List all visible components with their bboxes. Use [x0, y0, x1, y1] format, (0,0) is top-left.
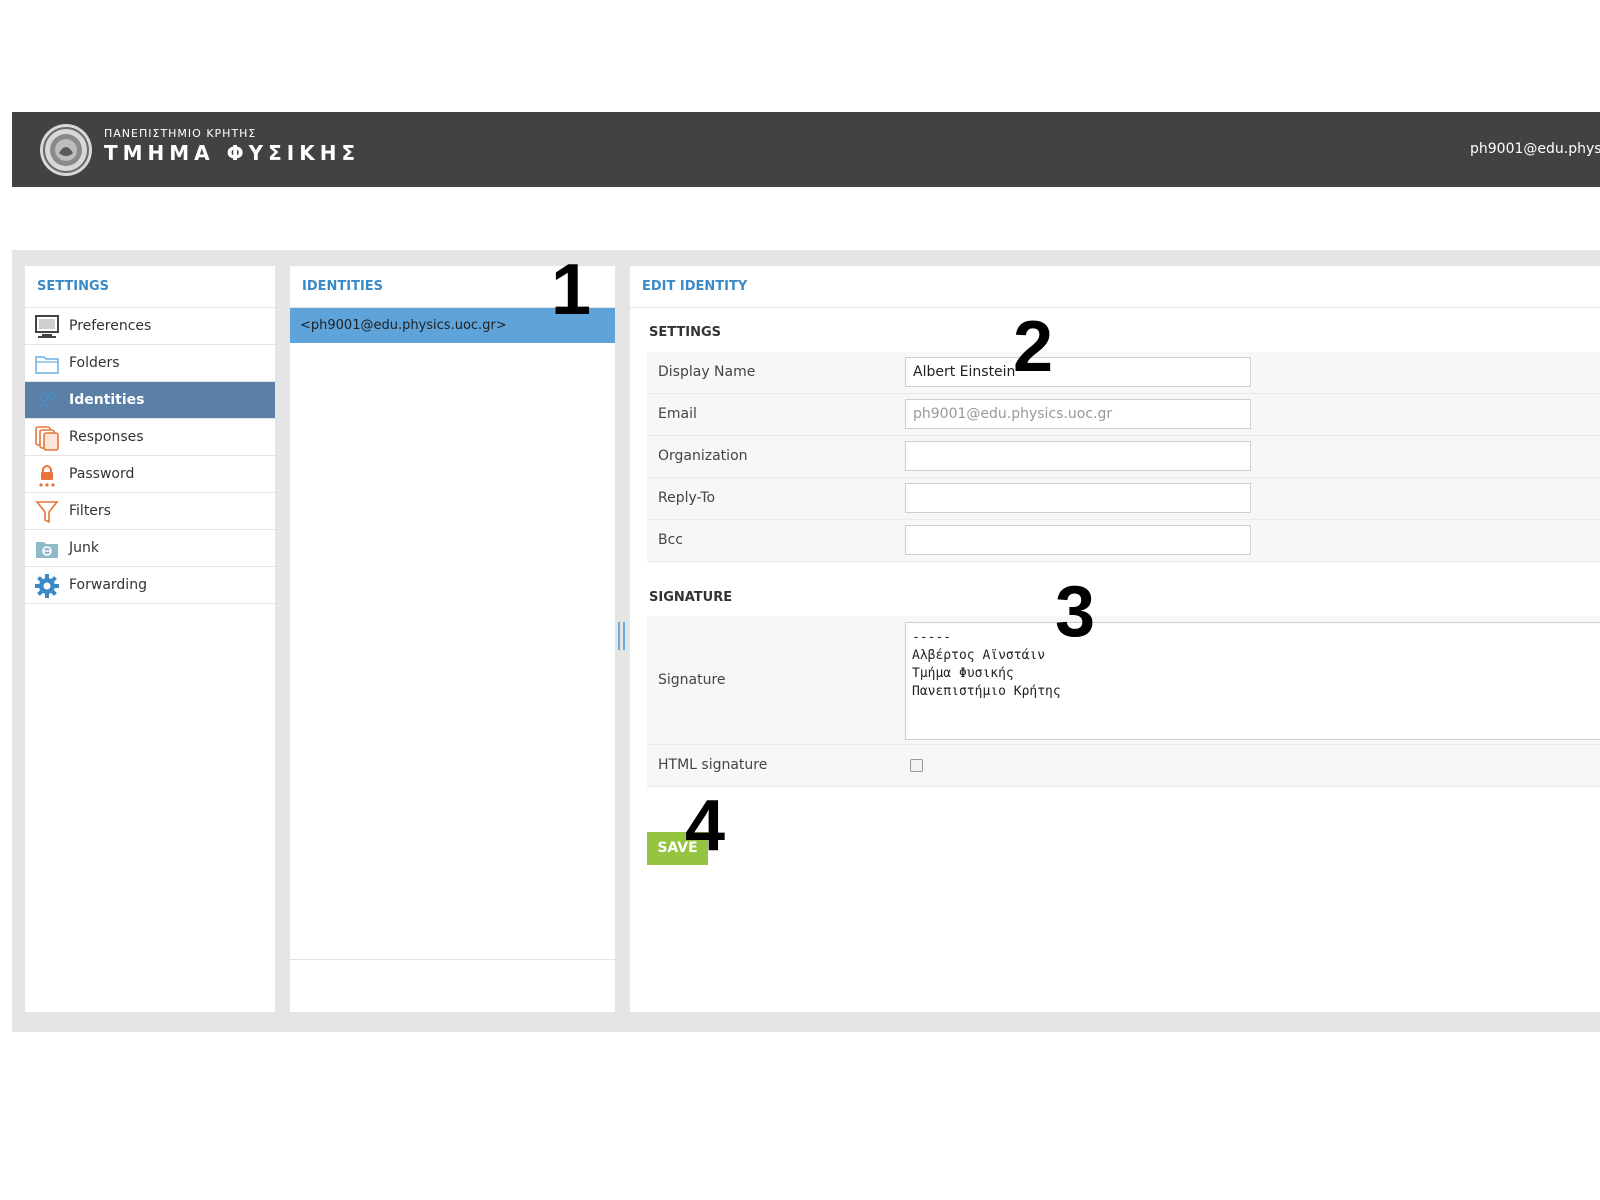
settings-item-filters[interactable]: Filters	[25, 493, 275, 530]
settings-item-label: Password	[69, 466, 135, 482]
identities-icon	[36, 392, 56, 410]
reply-to-input[interactable]	[905, 483, 1251, 513]
settings-item-label: Identities	[69, 392, 145, 408]
lock-icon	[39, 465, 55, 487]
settings-item-label: Folders	[69, 355, 120, 371]
html-signature-label: HTML signature	[658, 757, 768, 773]
html-signature-checkbox[interactable]	[910, 759, 923, 772]
settings-item-junk[interactable]: Junk	[25, 530, 275, 567]
university-name: ΠΑΝΕΠΙΣΤΗΜΙΟ ΚΡΗΤΗΣ	[104, 127, 257, 140]
filter-funnel-icon	[35, 501, 59, 524]
settings-item-label: Junk	[69, 540, 99, 556]
signature-row: Signature ----- Αλβέρτος Αϊνστάιν Τμήμα …	[647, 616, 1600, 745]
user-account-email[interactable]: ph9001@edu.physic	[1470, 141, 1600, 157]
edit-identity-title: EDIT IDENTITY	[630, 266, 1600, 308]
reply-to-row: Reply-To	[647, 478, 1600, 520]
email-input	[905, 399, 1251, 429]
identity-settings-form: Display Name Email Organization Reply-To…	[647, 352, 1600, 562]
responses-icon	[35, 426, 59, 451]
bcc-label: Bcc	[658, 532, 683, 548]
html-signature-row: HTML signature	[647, 745, 1600, 787]
panel-splitter-handle[interactable]	[618, 622, 626, 650]
settings-item-identities[interactable]: Identities	[25, 382, 275, 419]
organization-label: Organization	[658, 448, 748, 464]
edit-identity-panel: EDIT IDENTITY SETTINGS Display Name Emai…	[630, 266, 1600, 1012]
top-header: ΠΑΝΕΠΙΣΤΗΜΙΟ ΚΡΗΤΗΣ ΤΜΗΜΑ ΦΥΣΙΚΗΣ ph9001…	[12, 112, 1600, 187]
bcc-input[interactable]	[905, 525, 1251, 555]
university-seal-logo	[40, 124, 92, 176]
signature-textarea[interactable]: ----- Αλβέρτος Αϊνστάιν Τμήμα Φυσικής Πα…	[905, 622, 1600, 740]
organization-row: Organization	[647, 436, 1600, 478]
settings-section-title: SETTINGS	[649, 325, 722, 340]
department-logo-text: ΠΑΝΕΠΙΣΤΗΜΙΟ ΚΡΗΤΗΣ ΤΜΗΜΑ ΦΥΣΙΚΗΣ	[104, 127, 360, 165]
settings-item-label: Preferences	[69, 318, 152, 334]
signature-section-title: SIGNATURE	[649, 590, 733, 605]
settings-item-password[interactable]: Password	[25, 456, 275, 493]
display-name-input[interactable]	[905, 357, 1251, 387]
annotation-marker-1: 1	[551, 250, 592, 330]
settings-item-label: Responses	[69, 429, 144, 445]
settings-item-responses[interactable]: Responses	[25, 419, 275, 456]
organization-input[interactable]	[905, 441, 1251, 471]
annotation-marker-4: 4	[685, 786, 726, 866]
email-row: Email	[647, 394, 1600, 436]
reply-to-label: Reply-To	[658, 490, 716, 506]
signature-label: Signature	[658, 672, 726, 688]
settings-item-label: Forwarding	[69, 577, 147, 593]
settings-item-label: Filters	[69, 503, 111, 519]
identities-panel: IDENTITIES <ph9001@edu.physics.uoc.gr>	[290, 266, 615, 1012]
monitor-icon	[35, 315, 59, 338]
folder-icon	[35, 356, 59, 374]
settings-item-folders[interactable]: Folders	[25, 345, 275, 382]
settings-panel-title: SETTINGS	[25, 266, 275, 308]
bcc-row: Bcc	[647, 520, 1600, 562]
email-label: Email	[658, 406, 697, 422]
settings-panel: SETTINGS Preferences Folders Identities …	[25, 266, 275, 1012]
settings-workspace: SETTINGS Preferences Folders Identities …	[12, 250, 1600, 1032]
identities-panel-footer	[290, 959, 615, 1012]
annotation-marker-3: 3	[1055, 572, 1096, 652]
display-name-label: Display Name	[658, 364, 756, 380]
junk-folder-icon	[36, 542, 58, 558]
display-name-row: Display Name	[647, 352, 1600, 394]
department-name: ΤΜΗΜΑ ΦΥΣΙΚΗΣ	[104, 141, 361, 165]
annotation-marker-2: 2	[1013, 307, 1054, 387]
gear-icon	[35, 574, 59, 598]
app-window: ΠΑΝΕΠΙΣΤΗΜΙΟ ΚΡΗΤΗΣ ΤΜΗΜΑ ΦΥΣΙΚΗΣ ph9001…	[12, 112, 1600, 1032]
settings-item-forwarding[interactable]: Forwarding	[25, 567, 275, 604]
signature-form: Signature ----- Αλβέρτος Αϊνστάιν Τμήμα …	[647, 616, 1600, 787]
settings-item-preferences[interactable]: Preferences	[25, 308, 275, 345]
